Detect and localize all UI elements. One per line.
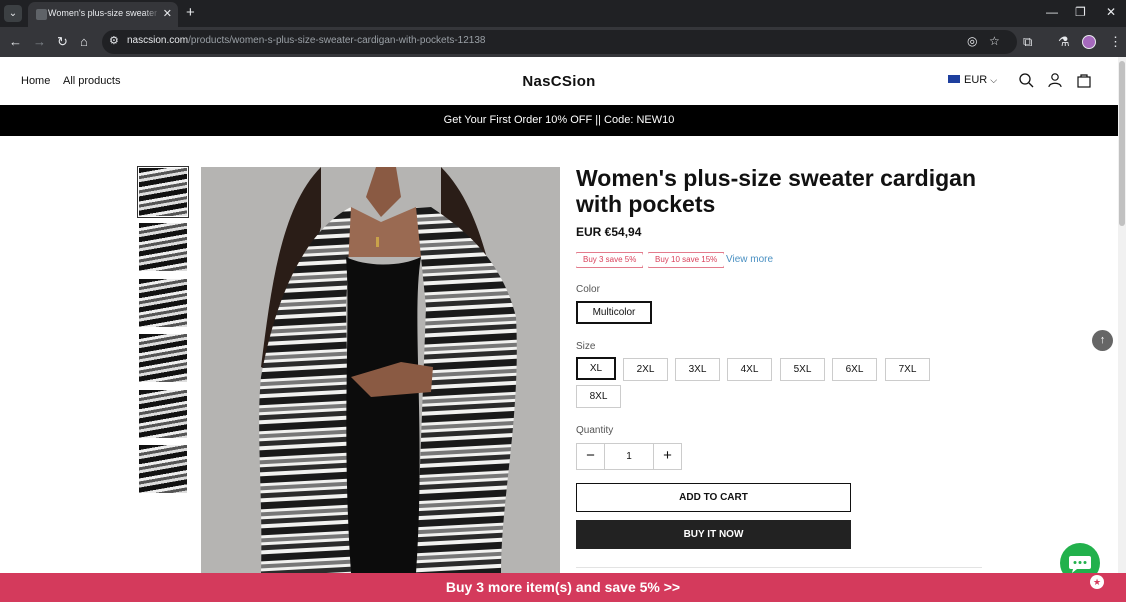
increase-quantity-button[interactable]: + xyxy=(654,444,681,469)
back-to-top-button[interactable]: ↑ xyxy=(1092,330,1113,351)
thumbnail-6[interactable] xyxy=(139,445,187,493)
new-tab-button[interactable]: + xyxy=(186,4,195,21)
browser-toolbar: ← → ↻ ⌂ ⚙ nascsion.com/products/women-s-… xyxy=(0,27,1126,57)
thumbnail-1[interactable] xyxy=(137,166,189,218)
cart-icon[interactable] xyxy=(1076,72,1092,88)
chevron-down-icon: ⌵ xyxy=(990,75,998,85)
minimize-button[interactable]: — xyxy=(1046,5,1058,19)
size-option-8xl[interactable]: 8XL xyxy=(576,385,621,408)
announcement-bar[interactable]: Get Your First Order 10% OFF || Code: NE… xyxy=(0,105,1118,136)
search-icon[interactable] xyxy=(1018,72,1034,88)
color-option-multicolor[interactable]: Multicolor xyxy=(576,301,652,324)
browser-tab-strip: ⌄ Women's plus-size sweater cardigan wit… xyxy=(0,0,1126,27)
back-icon[interactable]: ← xyxy=(9,34,22,50)
reload-icon[interactable]: ↻ xyxy=(57,34,68,50)
add-to-cart-button[interactable]: ADD TO CART xyxy=(576,483,851,512)
product-title: Women's plus-size sweater cardigan with … xyxy=(576,165,977,217)
eye-off-icon[interactable]: ◎ xyxy=(967,34,977,48)
site-info-icon[interactable]: ⚙ xyxy=(109,34,119,47)
bundle-discount-bar[interactable]: Buy 3 more item(s) and save 5% >> xyxy=(0,573,1126,602)
eu-flag-icon xyxy=(948,75,960,83)
size-option-xl[interactable]: XL xyxy=(576,357,616,380)
buy-it-now-button[interactable]: BUY IT NOW xyxy=(576,520,851,549)
bookmark-star-icon[interactable]: ☆ xyxy=(989,34,1000,48)
close-window-button[interactable]: ✕ xyxy=(1106,5,1116,19)
size-option-7xl[interactable]: 7XL xyxy=(885,358,930,381)
size-option-6xl[interactable]: 6XL xyxy=(832,358,877,381)
promo-badge-1[interactable]: Buy 3 save 5% xyxy=(576,252,644,268)
tab-title: Women's plus-size sweater cardigan with … xyxy=(48,8,160,18)
currency-selector[interactable]: EUR ⌵ xyxy=(948,74,997,86)
forward-icon[interactable]: → xyxy=(33,34,46,50)
restore-button[interactable]: ❐ xyxy=(1075,5,1086,19)
address-bar[interactable]: ⚙ nascsion.com/products/women-s-plus-siz… xyxy=(102,30,1017,54)
view-more-link[interactable]: View more xyxy=(726,254,773,265)
thumbnail-4[interactable] xyxy=(139,334,187,382)
labs-icon[interactable]: ⚗ xyxy=(1058,34,1070,50)
page-scrollbar[interactable] xyxy=(1118,57,1126,573)
browser-tab[interactable]: Women's plus-size sweater cardigan with … xyxy=(28,2,178,27)
product-price: EUR €54,94 xyxy=(576,225,642,239)
model-photo xyxy=(201,167,560,573)
extensions-icon[interactable]: ⧉ xyxy=(1023,34,1032,50)
quantity-stepper: − 1 + xyxy=(576,443,682,470)
gift-icon[interactable]: ★ xyxy=(1090,575,1104,589)
scrollbar-thumb[interactable] xyxy=(1119,61,1125,226)
tab-search-button[interactable]: ⌄ xyxy=(4,5,22,22)
quantity-label: Quantity xyxy=(576,425,614,436)
currency-label: EUR xyxy=(964,74,988,86)
thumbnail-3[interactable] xyxy=(139,279,187,327)
account-icon[interactable] xyxy=(1047,72,1063,88)
color-label: Color xyxy=(576,284,600,295)
decrease-quantity-button[interactable]: − xyxy=(577,444,604,469)
profile-avatar[interactable] xyxy=(1082,35,1096,49)
section-divider xyxy=(576,567,982,568)
quantity-input[interactable]: 1 xyxy=(604,444,654,469)
site-header: Home All products NasCSion EUR ⌵ xyxy=(0,57,1118,105)
size-option-2xl[interactable]: 2XL xyxy=(623,358,668,381)
size-option-3xl[interactable]: 3XL xyxy=(675,358,720,381)
size-option-4xl[interactable]: 4XL xyxy=(727,358,772,381)
thumbnail-2[interactable] xyxy=(139,223,187,271)
size-option-5xl[interactable]: 5XL xyxy=(780,358,825,381)
more-menu-icon[interactable]: ⋮ xyxy=(1109,34,1122,50)
product-main-image[interactable] xyxy=(201,167,560,573)
size-label: Size xyxy=(576,341,596,352)
promo-badge-2[interactable]: Buy 10 save 15% xyxy=(648,252,725,268)
url-text[interactable]: nascsion.com/products/women-s-plus-size-… xyxy=(127,35,485,46)
home-icon[interactable]: ⌂ xyxy=(80,34,88,50)
thumbnail-5[interactable] xyxy=(139,390,187,438)
close-tab-icon[interactable]: ✕ xyxy=(163,7,172,20)
favicon-icon xyxy=(36,9,47,20)
